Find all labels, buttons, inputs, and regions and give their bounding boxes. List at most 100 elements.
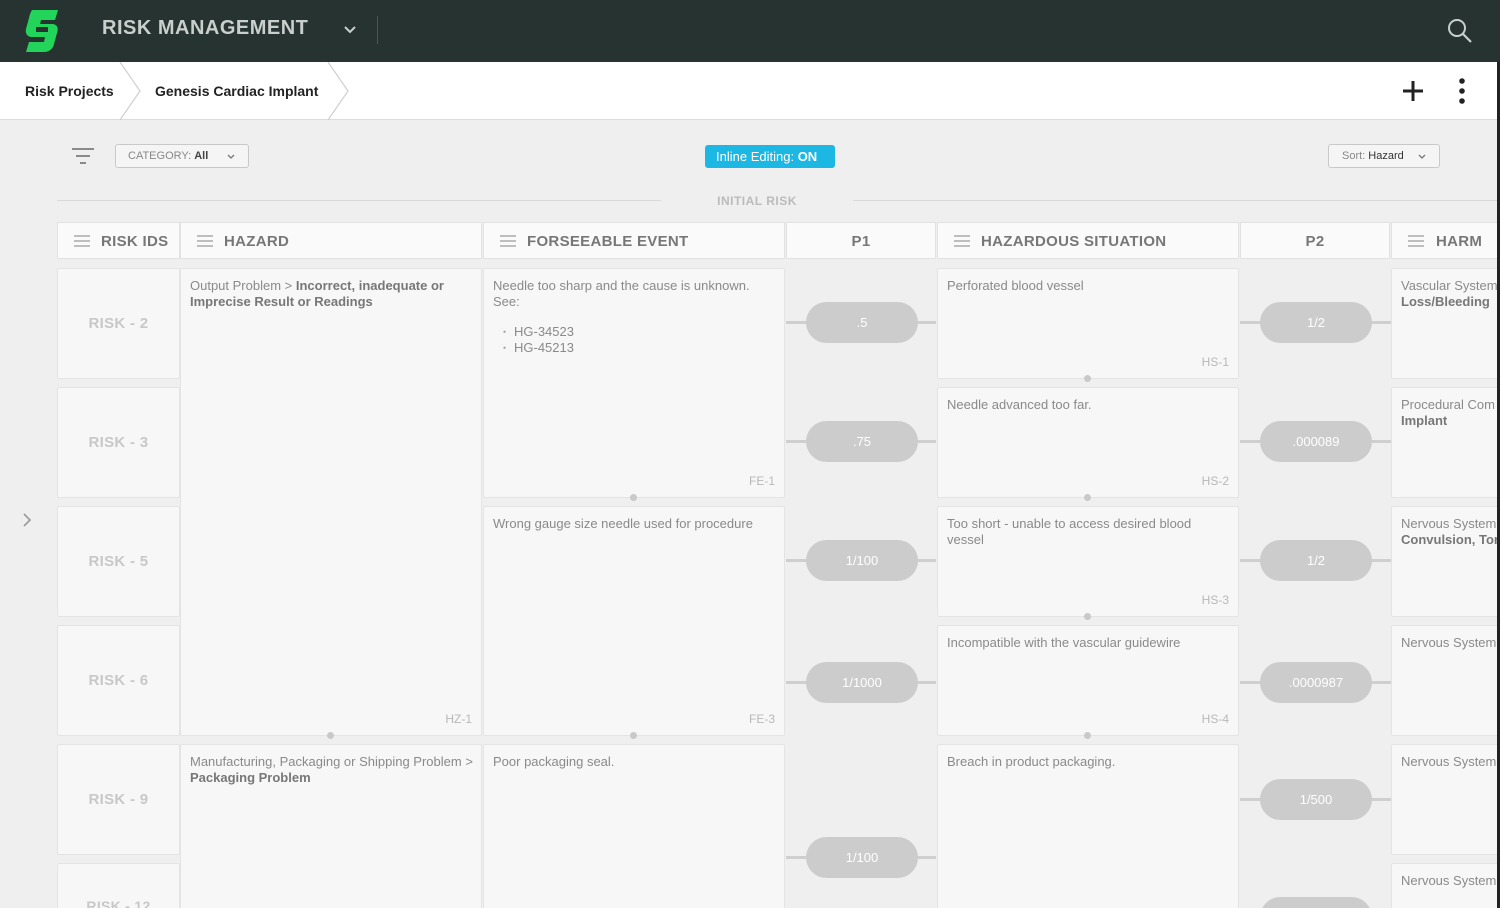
divider: [377, 16, 378, 44]
connector-handle[interactable]: [327, 732, 334, 739]
column-label: HAZARD: [224, 233, 290, 250]
p1-probability-pill[interactable]: .75: [806, 421, 918, 462]
breadcrumb-risk-projects[interactable]: Risk Projects: [25, 83, 114, 99]
column-header-harm[interactable]: HARM: [1391, 222, 1500, 259]
category-value: All: [194, 150, 209, 162]
harm-category: Nervous System: [1401, 516, 1497, 531]
event-cell[interactable]: Needle too sharp and the cause is unknow…: [483, 268, 785, 498]
p2-probability-pill[interactable]: .0000987: [1260, 662, 1372, 703]
event-code: FE-1: [748, 474, 775, 488]
harm-cell[interactable]: Nervous System: [1391, 744, 1500, 855]
risk-id-cell[interactable]: RISK - 12: [57, 863, 180, 908]
connector-handle[interactable]: [1084, 613, 1091, 620]
harm-text: Nervous System: [1401, 873, 1497, 888]
sort-value: Hazard: [1368, 150, 1404, 162]
p2-probability-pill[interactable]: [1260, 897, 1372, 908]
drag-handle-icon[interactable]: [1408, 235, 1424, 247]
connector-handle[interactable]: [1084, 375, 1091, 382]
situation-cell[interactable]: Perforated blood vessel HS-1: [937, 268, 1239, 379]
connector-handle[interactable]: [630, 732, 637, 739]
column-header-hazardous-situation[interactable]: HAZARDOUS SITUATION: [937, 222, 1239, 259]
connector-handle[interactable]: [1084, 732, 1091, 739]
p1-probability-pill[interactable]: 1/100: [806, 540, 918, 581]
risk-id-cell[interactable]: RISK - 6: [57, 625, 180, 736]
event-cell[interactable]: Poor packaging seal.: [483, 744, 785, 908]
chevron-down-icon: [1418, 154, 1426, 159]
category-dropdown[interactable]: CATEGORY: All: [115, 144, 249, 168]
chevron-down-icon: [227, 154, 235, 159]
drag-handle-icon[interactable]: [500, 235, 516, 247]
situation-text: Breach in product packaging.: [947, 754, 1116, 769]
column-header-risk-ids[interactable]: RISK IDS: [57, 222, 180, 259]
search-icon[interactable]: [1446, 17, 1474, 45]
add-icon[interactable]: [1400, 78, 1426, 104]
column-header-p1[interactable]: P1: [786, 222, 936, 259]
situation-cell[interactable]: Too short - unable to access desired blo…: [937, 506, 1239, 617]
logo-icon[interactable]: [22, 6, 62, 56]
app-title[interactable]: RISK MANAGEMENT: [102, 17, 308, 40]
p2-probability-pill[interactable]: 1/500: [1260, 779, 1372, 820]
hazard-cell[interactable]: Manufacturing, Packaging or Shipping Pro…: [180, 744, 482, 908]
event-code: FE-3: [748, 712, 775, 726]
p1-probability-pill[interactable]: 1/1000: [806, 662, 918, 703]
breadcrumb-separator-icon: [327, 62, 349, 120]
section-divider: [57, 200, 661, 201]
harm-name: Convulsion, Tor: [1401, 532, 1499, 547]
hazard-cell[interactable]: Output Problem > Incorrect, inadequate o…: [180, 268, 482, 736]
hazard-name: Packaging Problem: [190, 770, 311, 785]
column-header-p2[interactable]: P2: [1240, 222, 1390, 259]
section-label-initial-risk: INITIAL RISK: [717, 194, 797, 208]
column-label: HAZARDOUS SITUATION: [981, 233, 1167, 250]
harm-cell[interactable]: Nervous System Convulsion, Tor: [1391, 506, 1500, 617]
event-reference-link[interactable]: HG-34523: [503, 324, 776, 340]
drag-handle-icon[interactable]: [954, 235, 970, 247]
event-cell[interactable]: Wrong gauge size needle used for procedu…: [483, 506, 785, 736]
situation-cell[interactable]: Incompatible with the vascular guidewire…: [937, 625, 1239, 736]
risk-id-cell[interactable]: RISK - 5: [57, 506, 180, 617]
section-divider: [853, 200, 1500, 201]
breadcrumb-separator-icon: [119, 62, 141, 120]
column-header-hazard[interactable]: HAZARD: [180, 222, 482, 259]
filter-icon[interactable]: [70, 145, 96, 167]
more-options-icon[interactable]: [1450, 76, 1474, 106]
event-text: Needle too sharp and the cause is unknow…: [493, 278, 776, 356]
p1-probability-pill[interactable]: 1/100: [806, 837, 918, 878]
harm-cell[interactable]: Procedural Com Implant: [1391, 387, 1500, 498]
column-header-forseeable-event[interactable]: FORSEEABLE EVENT: [483, 222, 785, 259]
inline-editing-label: Inline Editing:: [716, 149, 795, 164]
event-text: Poor packaging seal.: [493, 754, 615, 769]
inline-editing-toggle[interactable]: Inline Editing: ON: [705, 145, 835, 168]
connector-handle[interactable]: [630, 494, 637, 501]
inline-editing-value: ON: [797, 149, 818, 164]
drag-handle-icon[interactable]: [74, 235, 90, 247]
risk-id-cell[interactable]: RISK - 2: [57, 268, 180, 379]
event-text: Wrong gauge size needle used for procedu…: [493, 516, 753, 531]
column-label: HARM: [1436, 233, 1483, 250]
sort-dropdown[interactable]: Sort: Hazard: [1328, 144, 1440, 168]
p2-probability-pill[interactable]: .000089: [1260, 421, 1372, 462]
risk-id-cell[interactable]: RISK - 3: [57, 387, 180, 498]
top-bar: RISK MANAGEMENT: [0, 0, 1500, 62]
p1-probability-pill[interactable]: .5: [806, 302, 918, 343]
p2-probability-pill[interactable]: 1/2: [1260, 540, 1372, 581]
p2-probability-pill[interactable]: 1/2: [1260, 302, 1372, 343]
situation-text: Too short - unable to access desired blo…: [947, 516, 1192, 547]
event-reference-link[interactable]: HG-45213: [503, 340, 776, 356]
column-label: P2: [1305, 233, 1325, 250]
chevron-down-icon[interactable]: [342, 22, 358, 38]
harm-cell[interactable]: Nervous System: [1391, 863, 1500, 908]
situation-cell[interactable]: Breach in product packaging.: [937, 744, 1239, 908]
harm-text: Nervous System Convulsion, Tor: [1401, 516, 1499, 548]
harm-cell[interactable]: Nervous System: [1391, 625, 1500, 736]
harm-cell[interactable]: Vascular System Loss/Bleeding: [1391, 268, 1500, 379]
hazard-text: Output Problem > Incorrect, inadequate o…: [190, 278, 473, 310]
risk-id-cell[interactable]: RISK - 9: [57, 744, 180, 855]
situation-text: Perforated blood vessel: [947, 278, 1084, 293]
drag-handle-icon[interactable]: [197, 235, 213, 247]
chevron-right-icon[interactable]: [20, 512, 34, 528]
connector-handle[interactable]: [1084, 494, 1091, 501]
breadcrumb-genesis-cardiac-implant[interactable]: Genesis Cardiac Implant: [155, 83, 318, 99]
situation-cell[interactable]: Needle advanced too far. HS-2: [937, 387, 1239, 498]
harm-category: Procedural Com: [1401, 397, 1495, 412]
column-label: RISK IDS: [101, 233, 169, 250]
